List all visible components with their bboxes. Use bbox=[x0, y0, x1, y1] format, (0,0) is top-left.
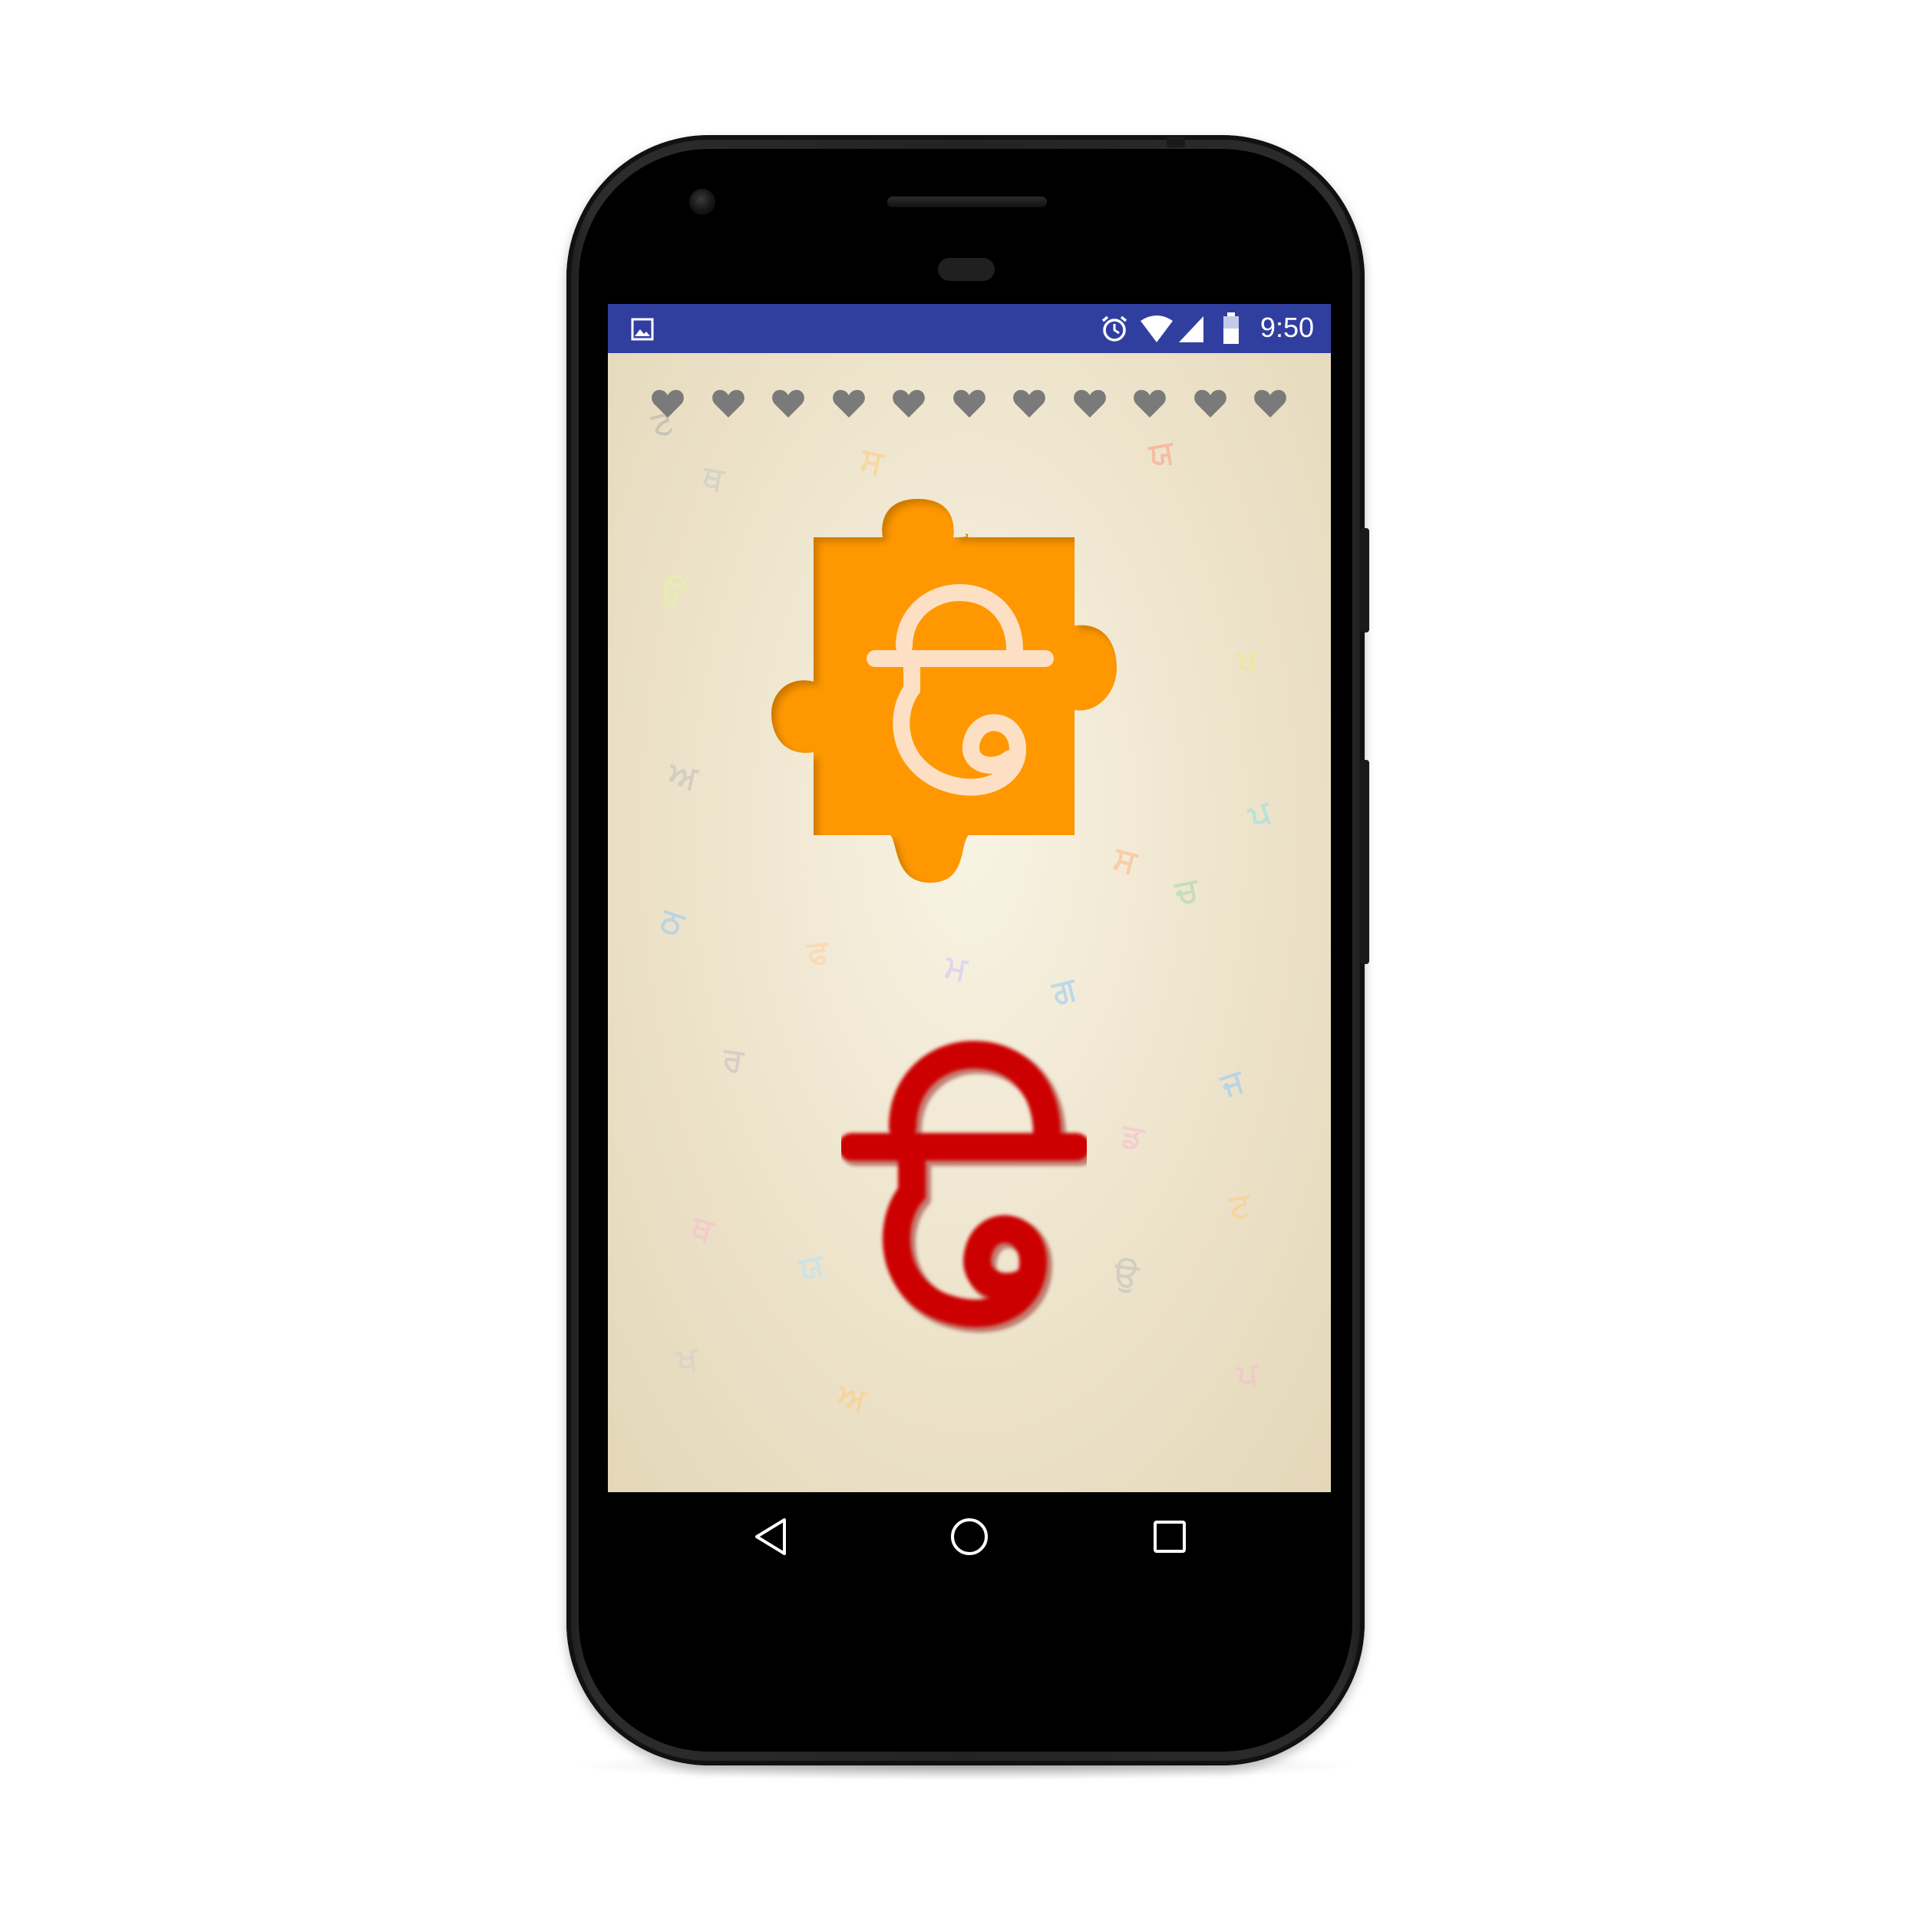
heart-icon bbox=[1073, 390, 1106, 418]
heart-icon bbox=[711, 390, 744, 418]
background-letter: ਥ bbox=[700, 457, 727, 498]
heart-icon bbox=[952, 390, 985, 418]
battery-icon bbox=[1223, 312, 1239, 344]
wifi-icon bbox=[1141, 315, 1173, 342]
status-bar: 9:50 bbox=[608, 304, 1331, 353]
puzzle-piece[interactable] bbox=[768, 491, 1167, 890]
heart-icon bbox=[652, 390, 684, 418]
background-letter: ਥ bbox=[687, 1207, 718, 1250]
heart-icon bbox=[1193, 390, 1226, 418]
back-icon[interactable] bbox=[746, 1512, 795, 1561]
background-letter: ਯ bbox=[1146, 432, 1177, 474]
background-letter: ਡ bbox=[1119, 1116, 1147, 1158]
signal-icon bbox=[1179, 316, 1203, 342]
heart-icon bbox=[1013, 390, 1045, 418]
heart-icon bbox=[893, 390, 925, 418]
background-letter: ਉ bbox=[655, 570, 692, 613]
background-letter: ਫ bbox=[805, 932, 830, 973]
background-letter: ਉ bbox=[1111, 1254, 1141, 1295]
home-icon[interactable] bbox=[945, 1512, 994, 1561]
heart-icon bbox=[1254, 390, 1286, 418]
background-letter: ਪ bbox=[1243, 792, 1276, 836]
image-notification-icon bbox=[631, 318, 654, 341]
background-letter: ਅ bbox=[665, 754, 701, 798]
top-edge-mark bbox=[1167, 137, 1185, 147]
background-letter: ਜ bbox=[1216, 1061, 1249, 1105]
background-letter: ਖ bbox=[674, 1339, 700, 1379]
background-letter: ਟ bbox=[1226, 1185, 1253, 1226]
alarm-icon bbox=[1101, 315, 1127, 342]
background-letter: ਪ bbox=[1235, 1354, 1260, 1395]
background-letter: ਮ bbox=[943, 946, 970, 989]
background-letter: ਰ bbox=[720, 1039, 746, 1080]
background-letter: ਗ bbox=[1048, 969, 1080, 1012]
background-letter: ਖ bbox=[1234, 640, 1260, 681]
proximity-sensor bbox=[938, 258, 995, 281]
status-time: 9:50 bbox=[1259, 312, 1314, 343]
background-letter: ਚ bbox=[1172, 870, 1201, 912]
front-camera bbox=[689, 189, 715, 215]
device-stage: 9:50 ਟਥਯਉਖਅਪਸਚਠਫਮਗਰਜਡਟਥਯਉਖਅਪਸ bbox=[0, 0, 1928, 1932]
background-letter: ਸ bbox=[857, 440, 886, 482]
earpiece-speaker bbox=[887, 197, 1047, 207]
lives-row bbox=[608, 388, 1331, 434]
screen: 9:50 ਟਥਯਉਖਅਪਸਚਠਫਮਗਰਜਡਟਥਯਉਖਅਪਸ bbox=[608, 304, 1331, 1583]
background-letter: ਯ bbox=[796, 1246, 827, 1288]
heart-icon bbox=[772, 390, 804, 418]
answer-letter[interactable] bbox=[841, 1032, 1087, 1339]
game-area: ਟਥਯਉਖਅਪਸਚਠਫਮਗਰਜਡਟਥਯਉਖਅਪਸ bbox=[608, 353, 1331, 1492]
background-letter: ਠ bbox=[656, 900, 688, 943]
navigation-bar bbox=[608, 1492, 1331, 1583]
heart-icon bbox=[1134, 390, 1166, 418]
background-letter: ਅ bbox=[834, 1376, 870, 1419]
recents-icon[interactable] bbox=[1145, 1512, 1194, 1561]
heart-icon bbox=[832, 390, 865, 418]
volume-button bbox=[1360, 760, 1369, 964]
power-button bbox=[1360, 528, 1369, 632]
